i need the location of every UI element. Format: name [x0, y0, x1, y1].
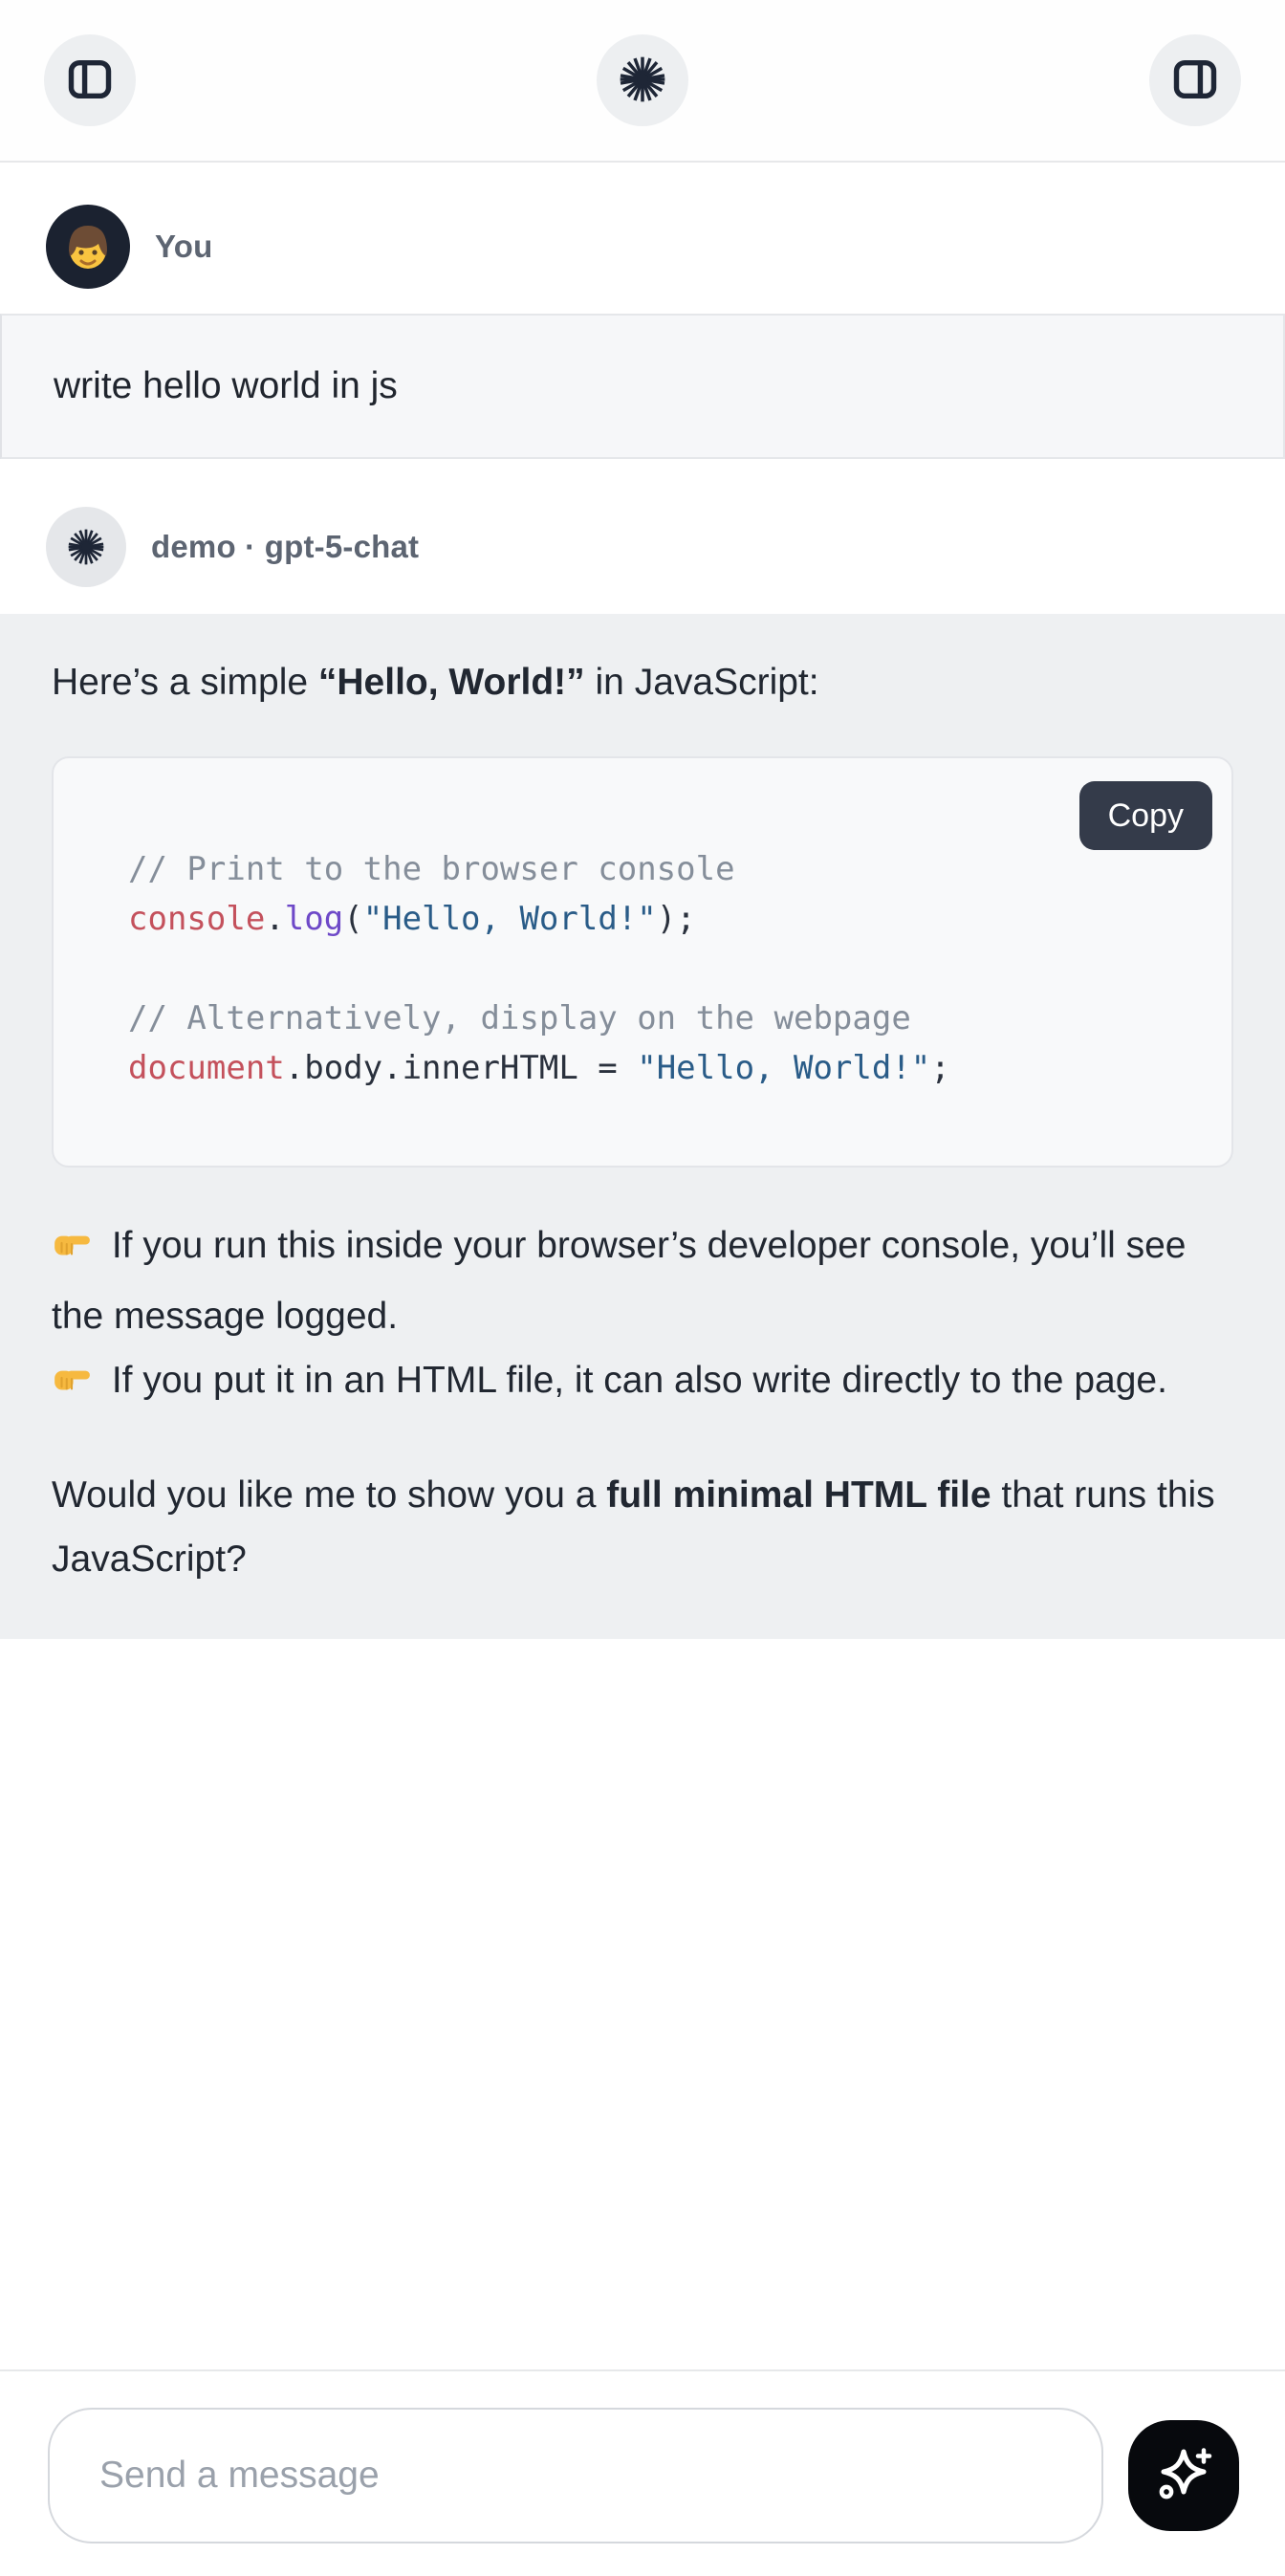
- assistant-message-header: demo · gpt-5-chat: [0, 459, 1285, 614]
- starburst-icon: [65, 526, 107, 568]
- user-message-text: write hello world in js: [54, 363, 1231, 409]
- pointing-right-emoji: [52, 1220, 92, 1284]
- assistant-sender-label: demo · gpt-5-chat: [151, 529, 419, 565]
- panel-left-icon: [65, 55, 115, 107]
- text-run: If you put it in an HTML file, it can al…: [101, 1360, 1167, 1401]
- text-run: If you run this inside your browser’s de…: [52, 1225, 1187, 1337]
- send-button[interactable]: [1128, 2420, 1239, 2531]
- tip-line: If you run this inside your browser’s de…: [52, 1213, 1233, 1348]
- assistant-message-body: Here’s a simple “Hello, World!” in JavaS…: [0, 614, 1285, 1639]
- code-block: Copy // Print to the browser consolecons…: [52, 756, 1233, 1168]
- code-content: // Print to the browser consoleconsole.l…: [128, 844, 1157, 1093]
- sidebar-toggle-button[interactable]: [44, 34, 136, 126]
- sparkle-plus-icon: [1149, 2440, 1218, 2512]
- pointing-right-emoji: [52, 1355, 92, 1419]
- text-run: Here’s a simple: [52, 662, 318, 703]
- code-line: // Alternatively, display on the webpage: [128, 993, 1157, 1043]
- message-input-wrapper: [48, 2408, 1103, 2543]
- model-home-button[interactable]: [597, 34, 688, 126]
- assistant-intro-text: Here’s a simple “Hello, World!” in JavaS…: [52, 650, 1233, 714]
- code-line: console.log("Hello, World!");: [128, 894, 1157, 944]
- right-panel-toggle-button[interactable]: [1149, 34, 1241, 126]
- user-message-bubble: write hello world in js: [0, 314, 1285, 459]
- code-line: [128, 944, 1157, 993]
- assistant-message: demo · gpt-5-chat Here’s a simple “Hello…: [0, 459, 1285, 1639]
- user-sender-label: You: [155, 229, 212, 265]
- text-run: in JavaScript:: [585, 662, 819, 703]
- message-input[interactable]: [99, 2455, 1052, 2497]
- code-line: // Print to the browser console: [128, 844, 1157, 894]
- code-line: document.body.innerHTML = "Hello, World!…: [128, 1043, 1157, 1093]
- composer-bar: [0, 2369, 1285, 2576]
- top-bar: [0, 0, 1285, 163]
- starburst-icon: [616, 53, 669, 109]
- user-avatar: [46, 205, 130, 289]
- assistant-question-text: Would you like me to show you a full min…: [52, 1463, 1233, 1591]
- bold-text: full minimal HTML file: [606, 1474, 991, 1516]
- user-message-header: You: [0, 163, 1285, 314]
- copy-button[interactable]: Copy: [1079, 781, 1212, 850]
- person-emoji: [57, 216, 119, 277]
- chat-scroll-area[interactable]: You write hello world in js: [0, 163, 1285, 2369]
- tip-line: If you put it in an HTML file, it can al…: [52, 1348, 1233, 1419]
- assistant-tips-text: If you run this inside your browser’s de…: [52, 1213, 1233, 1419]
- bold-text: “Hello, World!”: [318, 662, 585, 703]
- user-message: You write hello world in js: [0, 163, 1285, 459]
- assistant-avatar: [46, 507, 126, 587]
- panel-right-icon: [1170, 55, 1220, 107]
- text-run: Would you like me to show you a: [52, 1474, 606, 1516]
